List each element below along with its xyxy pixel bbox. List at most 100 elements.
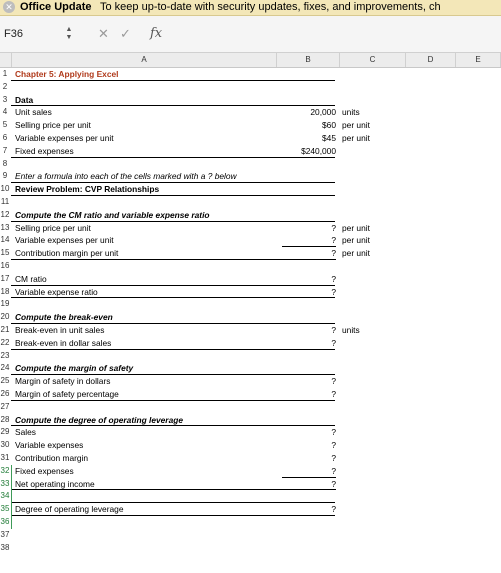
close-icon[interactable]: ✕ — [3, 1, 15, 13]
cell-a[interactable]: Fixed expenses — [15, 465, 280, 478]
cell-a[interactable]: Variable expenses per unit — [15, 132, 280, 145]
cell-c[interactable] — [342, 452, 402, 465]
enter-check-icon[interactable]: ✓ — [120, 25, 131, 43]
row-number[interactable]: 1 — [0, 68, 10, 81]
cell-c[interactable] — [342, 516, 402, 529]
row-number[interactable]: 5 — [0, 119, 10, 132]
cell-c[interactable] — [342, 414, 402, 427]
row-number[interactable]: 27 — [0, 401, 10, 414]
column-header-a[interactable]: A — [12, 53, 277, 67]
row-number[interactable]: 20 — [0, 311, 10, 324]
cell-a[interactable]: Break-even in unit sales — [15, 324, 280, 337]
cell-c[interactable] — [342, 311, 402, 324]
cell-c[interactable] — [342, 68, 402, 81]
cell-c[interactable] — [342, 94, 402, 107]
row-number[interactable]: 17 — [0, 273, 10, 286]
cell-c[interactable]: units — [342, 106, 402, 119]
name-box-stepper[interactable]: ▲ ▼ — [64, 26, 74, 42]
row-number[interactable]: 6 — [0, 132, 10, 145]
cell-b[interactable]: ? — [270, 375, 336, 388]
row-number[interactable]: 32 — [0, 465, 10, 478]
cell-c[interactable] — [342, 273, 402, 286]
cell-c[interactable]: per unit — [342, 234, 402, 247]
cell-c[interactable] — [342, 388, 402, 401]
cell-c[interactable] — [342, 196, 402, 209]
cell-b[interactable]: ? — [270, 426, 336, 439]
cell-b[interactable]: $45 — [270, 132, 336, 145]
cell-c[interactable] — [342, 426, 402, 439]
row-number[interactable]: 10 — [0, 183, 10, 196]
column-header-b[interactable]: B — [277, 53, 340, 67]
cell-c[interactable] — [342, 183, 402, 196]
cell-c[interactable] — [342, 170, 402, 183]
cell-c[interactable] — [342, 350, 402, 363]
cell-a[interactable] — [15, 196, 280, 209]
cell-b[interactable] — [270, 516, 336, 529]
cell-c[interactable] — [342, 298, 402, 311]
cell-b[interactable] — [270, 298, 336, 311]
cell-c[interactable] — [342, 375, 402, 388]
name-box[interactable]: F36 — [4, 25, 56, 43]
cell-c[interactable] — [342, 439, 402, 452]
cell-a[interactable]: Variable expenses — [15, 439, 280, 452]
row-number[interactable]: 22 — [0, 337, 10, 350]
row-number[interactable]: 7 — [0, 145, 10, 158]
cell-b[interactable] — [270, 196, 336, 209]
select-all-corner[interactable] — [0, 53, 12, 67]
cell-c[interactable]: per unit — [342, 247, 402, 260]
cell-a[interactable]: Margin of safety in dollars — [15, 375, 280, 388]
cell-c[interactable] — [342, 503, 402, 516]
cell-a[interactable]: Variable expenses per unit — [15, 234, 280, 247]
cell-b[interactable]: 20,000 — [270, 106, 336, 119]
cell-a[interactable] — [15, 529, 280, 542]
row-number[interactable]: 16 — [0, 260, 10, 273]
cell-c[interactable] — [342, 401, 402, 414]
cell-c[interactable] — [342, 81, 402, 94]
cell-c[interactable] — [342, 286, 402, 299]
cell-c[interactable]: per unit — [342, 222, 402, 235]
cell-a[interactable] — [15, 542, 280, 555]
cell-c[interactable]: units — [342, 324, 402, 337]
row-number[interactable]: 3 — [0, 94, 10, 107]
cell-c[interactable] — [342, 542, 402, 555]
cell-a[interactable] — [15, 158, 280, 171]
cell-a[interactable]: Unit sales — [15, 106, 280, 119]
cell-c[interactable] — [342, 209, 402, 222]
row-number[interactable]: 34 — [0, 490, 10, 503]
row-number[interactable]: 15 — [0, 247, 10, 260]
cell-a[interactable] — [15, 350, 280, 363]
cell-b[interactable] — [270, 81, 336, 94]
row-number[interactable]: 11 — [0, 196, 10, 209]
cell-b[interactable]: ? — [270, 452, 336, 465]
cell-c[interactable] — [342, 337, 402, 350]
row-number[interactable]: 35 — [0, 503, 10, 516]
cell-a[interactable] — [15, 260, 280, 273]
cell-b[interactable] — [270, 542, 336, 555]
cell-c[interactable] — [342, 260, 402, 273]
column-header-e[interactable]: E — [456, 53, 501, 67]
cell-c[interactable] — [342, 478, 402, 491]
row-number[interactable]: 23 — [0, 350, 10, 363]
cell-b[interactable] — [270, 350, 336, 363]
cell-a[interactable]: Selling price per unit — [15, 119, 280, 132]
row-number[interactable]: 31 — [0, 452, 10, 465]
row-number[interactable]: 25 — [0, 375, 10, 388]
cell-c[interactable]: per unit — [342, 132, 402, 145]
row-number[interactable]: 21 — [0, 324, 10, 337]
row-number[interactable]: 38 — [0, 542, 10, 555]
row-number[interactable]: 18 — [0, 286, 10, 299]
cancel-icon[interactable]: ✕ — [98, 25, 109, 43]
cell-b[interactable] — [270, 401, 336, 414]
cell-c[interactable] — [342, 490, 402, 503]
row-number[interactable]: 26 — [0, 388, 10, 401]
cell-a[interactable] — [15, 298, 280, 311]
column-header-d[interactable]: D — [406, 53, 456, 67]
row-number[interactable]: 8 — [0, 158, 10, 171]
cell-c[interactable] — [342, 362, 402, 375]
cell-b[interactable]: $60 — [270, 119, 336, 132]
row-number[interactable]: 9 — [0, 170, 10, 183]
cell-a[interactable] — [15, 81, 280, 94]
cell-b[interactable]: ? — [270, 324, 336, 337]
cell-b[interactable] — [270, 158, 336, 171]
column-header-c[interactable]: C — [340, 53, 406, 67]
